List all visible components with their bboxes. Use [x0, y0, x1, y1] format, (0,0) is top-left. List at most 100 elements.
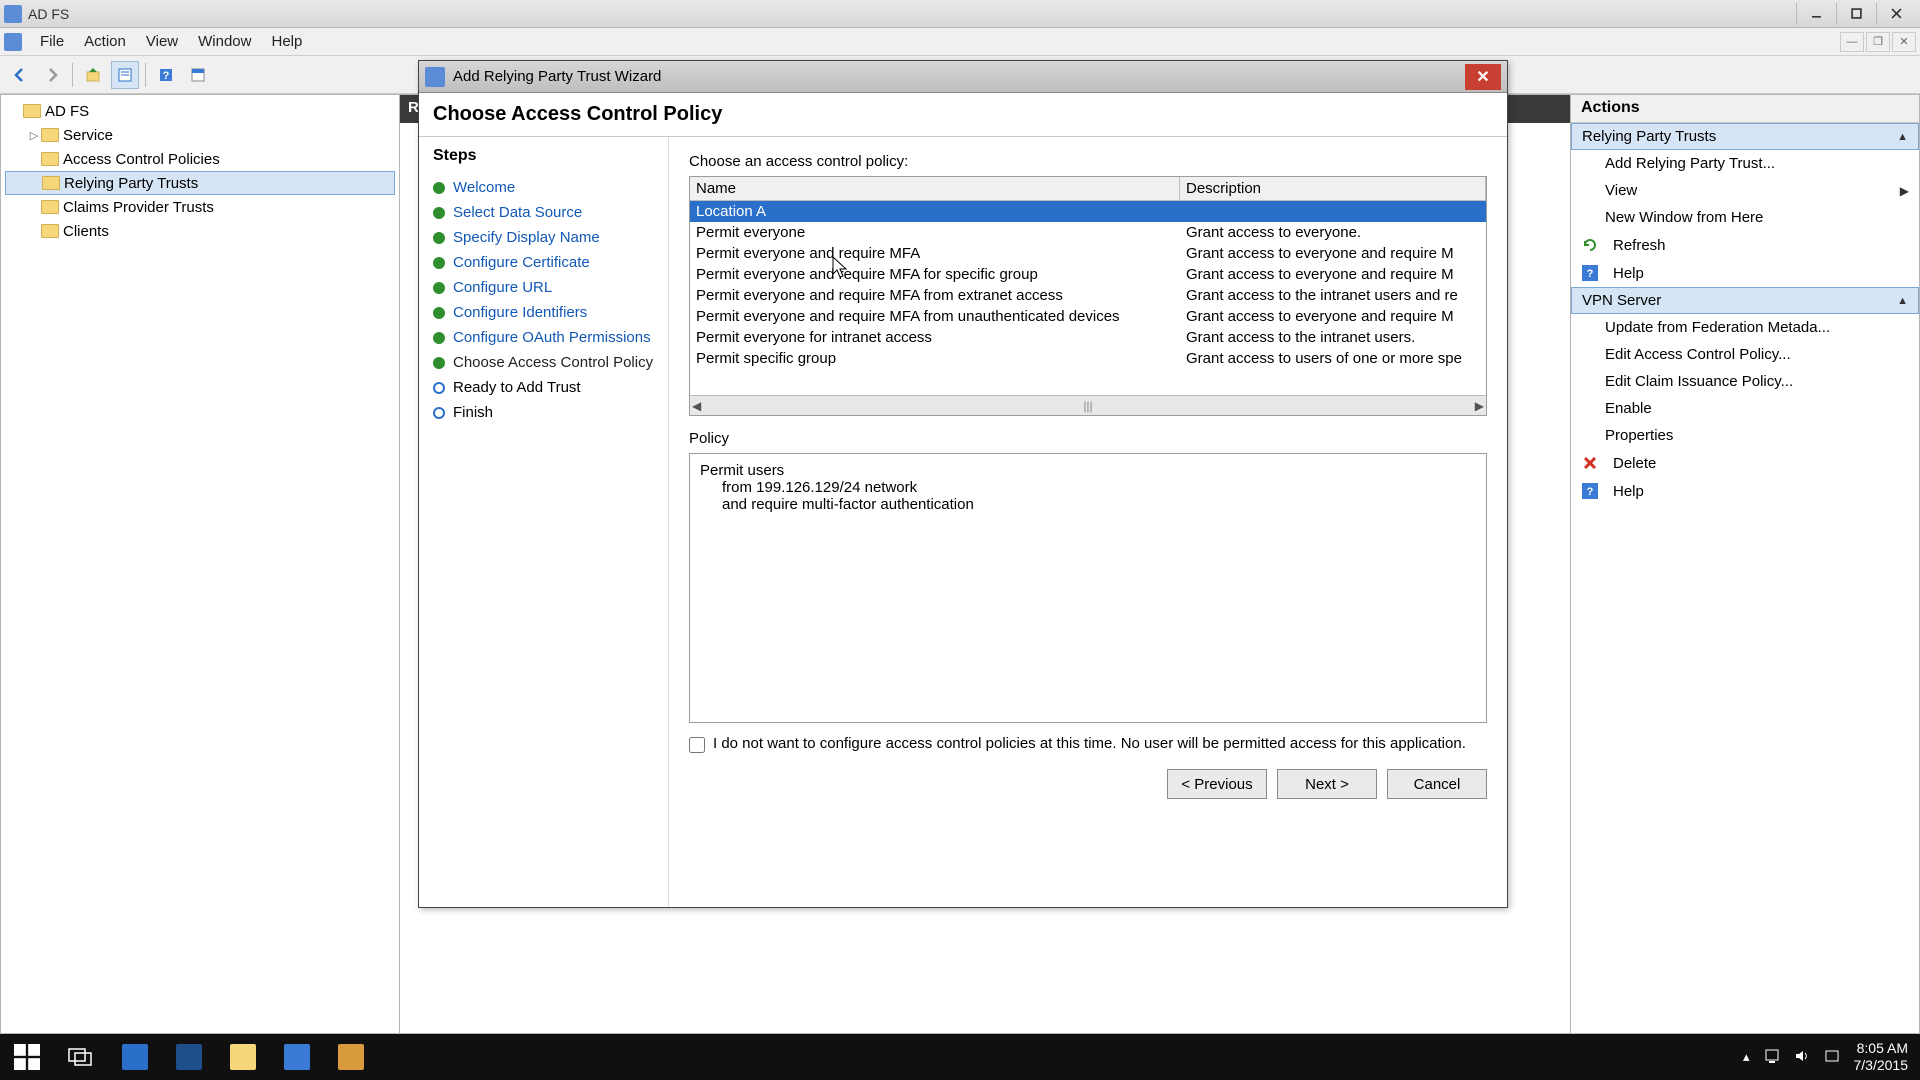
wizard-main-pane: Choose an access control policy: Name De…	[669, 137, 1507, 907]
wizard-step[interactable]: Welcome	[433, 175, 654, 200]
taskbar[interactable]: ▴ 8:05 AM 7/3/2015	[0, 1034, 1920, 1080]
action-enable[interactable]: Enable	[1571, 395, 1919, 422]
action-delete[interactable]: Delete	[1571, 449, 1919, 477]
policy-desc	[1180, 201, 1486, 222]
action-label: Edit Access Control Policy...	[1605, 346, 1791, 363]
column-name[interactable]: Name	[690, 177, 1180, 200]
collapse-icon: ▲	[1897, 131, 1908, 143]
steps-header: Steps	[433, 147, 654, 165]
taskbar-app-powershell[interactable]	[162, 1034, 216, 1080]
minimize-button[interactable]	[1796, 3, 1836, 25]
tray-network-icon[interactable]	[1764, 1048, 1780, 1067]
policy-row[interactable]: Permit everyone and require MFA from una…	[690, 306, 1486, 327]
column-description[interactable]: Description	[1180, 177, 1486, 200]
maximize-button[interactable]	[1836, 3, 1876, 25]
policy-row[interactable]: Permit specific groupGrant access to use…	[690, 348, 1486, 369]
tree-item-access-control-policies[interactable]: Access Control Policies	[5, 147, 395, 171]
wizard-titlebar[interactable]: Add Relying Party Trust Wizard ✕	[419, 61, 1507, 93]
wizard-step[interactable]: Configure Identifiers	[433, 300, 654, 325]
policy-list[interactable]: Name Description Location APermit everyo…	[689, 176, 1487, 416]
wizard-step[interactable]: Select Data Source	[433, 200, 654, 225]
close-button[interactable]	[1876, 3, 1916, 25]
taskbar-clock[interactable]: 8:05 AM 7/3/2015	[1854, 1040, 1909, 1074]
scroll-right-icon[interactable]: ▶	[1475, 399, 1484, 413]
chevron-right-icon: ▶	[1900, 184, 1909, 198]
menu-action[interactable]: Action	[74, 29, 136, 54]
tree-item-clients[interactable]: Clients	[5, 219, 395, 243]
up-button[interactable]	[79, 61, 107, 89]
wizard-steps-pane: Steps WelcomeSelect Data SourceSpecify D…	[419, 137, 669, 907]
policy-row[interactable]: Permit everyoneGrant access to everyone.	[690, 222, 1486, 243]
tray-volume-icon[interactable]	[1794, 1048, 1810, 1067]
policy-row[interactable]: Permit everyone and require MFA from ext…	[690, 285, 1486, 306]
policy-desc: Grant access to everyone and require M	[1180, 243, 1486, 264]
taskbar-app-explorer[interactable]	[216, 1034, 270, 1080]
action-label: Delete	[1613, 455, 1656, 472]
properties-button[interactable]	[111, 61, 139, 89]
menu-help[interactable]: Help	[261, 29, 312, 54]
action-help[interactable]: ?Help	[1571, 259, 1919, 287]
action-edit-claim-issuance-policy[interactable]: Edit Claim Issuance Policy...	[1571, 368, 1919, 395]
mdi-close[interactable]: ✕	[1892, 32, 1916, 52]
action-label: New Window from Here	[1605, 209, 1763, 226]
menu-window[interactable]: Window	[188, 29, 261, 54]
cancel-button[interactable]: Cancel	[1387, 769, 1487, 799]
policy-name: Permit specific group	[690, 348, 1180, 369]
wizard-step[interactable]: Configure OAuth Permissions	[433, 325, 654, 350]
tray-notifications-icon[interactable]	[1824, 1048, 1840, 1067]
wizard-step[interactable]: Configure Certificate	[433, 250, 654, 275]
action-properties[interactable]: Properties	[1571, 422, 1919, 449]
list-button[interactable]	[184, 61, 212, 89]
back-button[interactable]	[6, 61, 34, 89]
policy-row[interactable]: Permit everyone for intranet accessGrant…	[690, 327, 1486, 348]
wizard-close-button[interactable]: ✕	[1465, 64, 1501, 90]
step-dot-icon	[433, 332, 445, 344]
skip-policy-checkbox-row[interactable]: I do not want to configure access contro…	[689, 735, 1487, 753]
taskbar-app-server-manager[interactable]	[108, 1034, 162, 1080]
menu-file[interactable]: File	[30, 29, 74, 54]
start-button[interactable]	[0, 1034, 54, 1080]
next-button[interactable]: Next >	[1277, 769, 1377, 799]
action-view[interactable]: View▶	[1571, 177, 1919, 204]
taskbar-app-adfs[interactable]	[324, 1034, 378, 1080]
actions-header: Actions	[1571, 95, 1919, 123]
tree-item-claims-provider-trusts[interactable]: Claims Provider Trusts	[5, 195, 395, 219]
horizontal-scrollbar[interactable]: ◀ ||| ▶	[690, 395, 1486, 415]
action-help[interactable]: ?Help	[1571, 477, 1919, 505]
actions-section-relying-party-trusts[interactable]: Relying Party Trusts▲	[1571, 123, 1919, 150]
policy-row[interactable]: Location A	[690, 201, 1486, 222]
tree-root[interactable]: AD FS	[5, 99, 395, 123]
actions-section-vpn-server[interactable]: VPN Server▲	[1571, 287, 1919, 314]
navigation-tree[interactable]: AD FS ▷Service Access Control Policies R…	[0, 94, 400, 1034]
action-add-relying-party-trust[interactable]: Add Relying Party Trust...	[1571, 150, 1919, 177]
tree-item-relying-party-trusts[interactable]: Relying Party Trusts	[5, 171, 395, 195]
scroll-left-icon[interactable]: ◀	[692, 399, 701, 413]
forward-button[interactable]	[38, 61, 66, 89]
help-button[interactable]: ?	[152, 61, 180, 89]
app-icon	[4, 5, 22, 23]
choose-policy-label: Choose an access control policy:	[689, 153, 1487, 170]
step-label: Configure Certificate	[453, 254, 590, 271]
refresh-icon	[1581, 236, 1599, 254]
collapse-icon: ▲	[1897, 295, 1908, 307]
mdi-restore[interactable]: ❐	[1866, 32, 1890, 52]
menu-view[interactable]: View	[136, 29, 188, 54]
skip-policy-checkbox[interactable]	[689, 737, 705, 753]
policy-row[interactable]: Permit everyone and require MFA for spec…	[690, 264, 1486, 285]
action-new-window[interactable]: New Window from Here	[1571, 204, 1919, 231]
system-tray[interactable]: ▴ 8:05 AM 7/3/2015	[1743, 1040, 1920, 1074]
wizard-step[interactable]: Configure URL	[433, 275, 654, 300]
taskbar-app-browser[interactable]	[270, 1034, 324, 1080]
tree-label: Relying Party Trusts	[64, 175, 198, 192]
task-view-button[interactable]	[54, 1034, 108, 1080]
action-label: Update from Federation Metada...	[1605, 319, 1830, 336]
action-edit-access-control-policy[interactable]: Edit Access Control Policy...	[1571, 341, 1919, 368]
previous-button[interactable]: < Previous	[1167, 769, 1267, 799]
tray-chevron-up-icon[interactable]: ▴	[1743, 1049, 1750, 1065]
action-update-federation-metadata[interactable]: Update from Federation Metada...	[1571, 314, 1919, 341]
mdi-minimize[interactable]: —	[1840, 32, 1864, 52]
policy-row[interactable]: Permit everyone and require MFAGrant acc…	[690, 243, 1486, 264]
wizard-step[interactable]: Specify Display Name	[433, 225, 654, 250]
tree-item-service[interactable]: ▷Service	[5, 123, 395, 147]
action-refresh[interactable]: Refresh	[1571, 231, 1919, 259]
